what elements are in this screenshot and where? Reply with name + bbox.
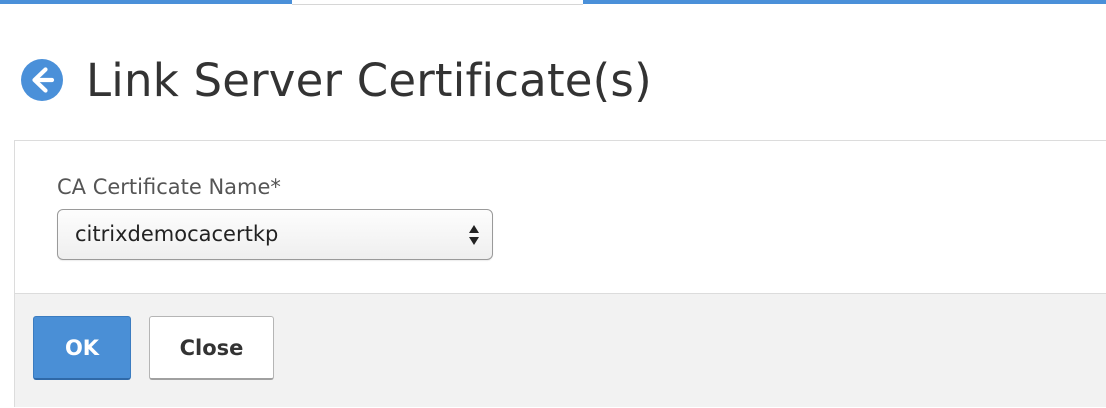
form-panel: CA Certificate Name* citrixdemocacertkp … (14, 140, 1106, 407)
ok-button[interactable]: OK (33, 316, 131, 380)
updown-arrows-icon (469, 225, 479, 245)
form-body: CA Certificate Name* citrixdemocacertkp (15, 141, 1106, 293)
top-strip-segment-middle (292, 0, 583, 5)
page-header: Link Server Certificate(s) (20, 48, 652, 112)
arrow-left-circle-icon[interactable] (20, 58, 64, 102)
top-strip-segment-right (583, 0, 1106, 4)
page-title: Link Server Certificate(s) (86, 53, 652, 107)
top-strip-segment-left (0, 0, 292, 4)
form-footer: OK Close (15, 293, 1106, 407)
close-button[interactable]: Close (149, 316, 274, 380)
ca-certificate-name-label: CA Certificate Name* (57, 175, 281, 199)
ca-certificate-selected-value: citrixdemocacertkp (75, 222, 279, 246)
ca-certificate-name-select[interactable]: citrixdemocacertkp (57, 209, 493, 260)
top-tab-strip (0, 0, 1106, 5)
